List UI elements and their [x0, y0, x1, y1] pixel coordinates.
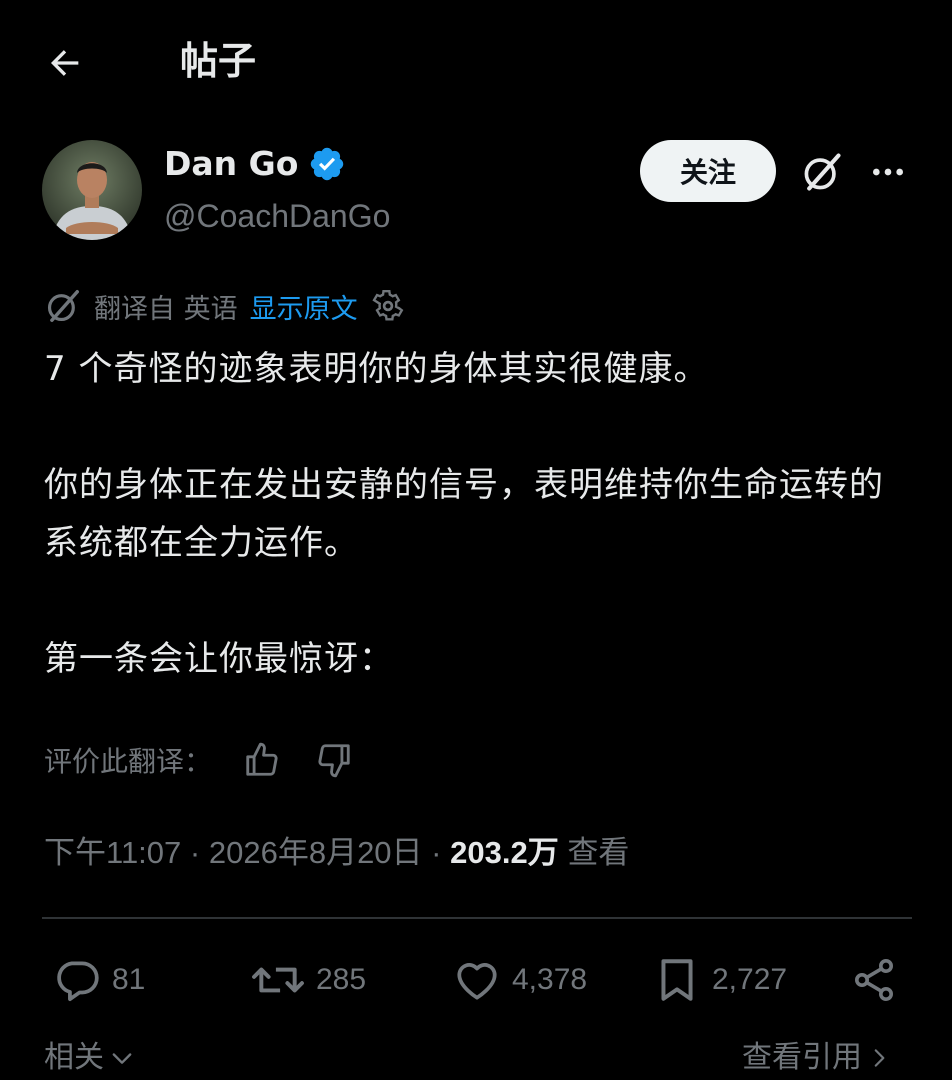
show-original-link[interactable]: 显示原文	[250, 287, 358, 326]
divider	[42, 917, 912, 919]
share-button[interactable]	[850, 952, 898, 1008]
author-handle[interactable]: @CoachDanGo	[164, 194, 390, 238]
post-body: 7 个奇怪的迹象表明你的身体其实很健康。 你的身体正在发出安静的信号，表明维持你…	[44, 340, 914, 688]
thumbs-up-icon	[246, 742, 278, 776]
post-date[interactable]: 2026年8月20日	[209, 835, 423, 870]
reply-button[interactable]: 81	[52, 952, 145, 1008]
grok-translate-icon	[47, 290, 79, 322]
chevron-down-icon	[112, 1053, 132, 1064]
repost-count: 285	[316, 963, 367, 996]
separator: ·	[189, 835, 201, 870]
repost-icon	[252, 967, 304, 993]
follow-button[interactable]: 关注	[640, 140, 776, 202]
back-button[interactable]	[40, 38, 90, 88]
thumbs-up-button[interactable]	[240, 738, 284, 782]
rate-translation-label: 评价此翻译：	[44, 745, 213, 778]
bookmark-icon	[661, 959, 693, 1001]
rate-translation: 评价此翻译：	[44, 738, 356, 782]
author-name-row[interactable]: Dan Go	[164, 142, 346, 186]
more-button[interactable]	[862, 146, 914, 198]
post-time[interactable]: 下午11:07	[44, 835, 181, 870]
translation-bar: 翻译自 英语 显示原文	[44, 284, 406, 328]
separator: ·	[431, 835, 442, 870]
chevron-right-icon	[874, 1049, 885, 1067]
verified-badge-icon	[308, 145, 346, 183]
post-meta: 下午11:07 · 2026年8月20日 · 203.2万 查看	[44, 830, 629, 876]
views-label: 查看	[567, 835, 630, 870]
thumbs-down-button[interactable]	[312, 738, 356, 782]
avatar[interactable]	[42, 140, 142, 240]
post-paragraph: 7 个奇怪的迹象表明你的身体其实很健康。	[44, 349, 709, 389]
like-count: 4,378	[512, 963, 588, 996]
reply-icon	[57, 961, 99, 1002]
thumbs-down-icon	[318, 744, 350, 778]
more-horizontal-icon	[873, 168, 903, 176]
views-count[interactable]: 203.2万	[450, 835, 559, 870]
reply-count: 81	[112, 963, 146, 996]
share-icon	[855, 959, 893, 1001]
view-quotes-label: 查看引用	[742, 1040, 862, 1075]
author-name: Dan Go	[164, 144, 299, 183]
bookmark-count: 2,727	[712, 963, 788, 996]
related-dropdown[interactable]: 相关	[44, 1036, 136, 1080]
repost-button[interactable]: 285	[250, 952, 366, 1008]
related-label: 相关	[44, 1040, 104, 1075]
gear-icon[interactable]	[370, 288, 406, 324]
bookmark-button[interactable]: 2,727	[652, 952, 787, 1008]
grok-icon	[804, 153, 841, 191]
post-paragraph: 你的身体正在发出安静的信号，表明维持你生命运转的系统都在全力运作。	[44, 465, 884, 563]
post-paragraph: 第一条会让你最惊讶：	[44, 639, 394, 679]
page-title: 帖子	[180, 39, 257, 83]
translation-label: 翻译自 英语	[94, 293, 238, 325]
view-quotes-link[interactable]: 查看引用	[742, 1036, 892, 1080]
like-button[interactable]: 4,378	[452, 952, 587, 1008]
arrow-left-icon	[51, 50, 79, 76]
heart-icon	[457, 963, 497, 1000]
grok-button[interactable]	[796, 146, 848, 198]
